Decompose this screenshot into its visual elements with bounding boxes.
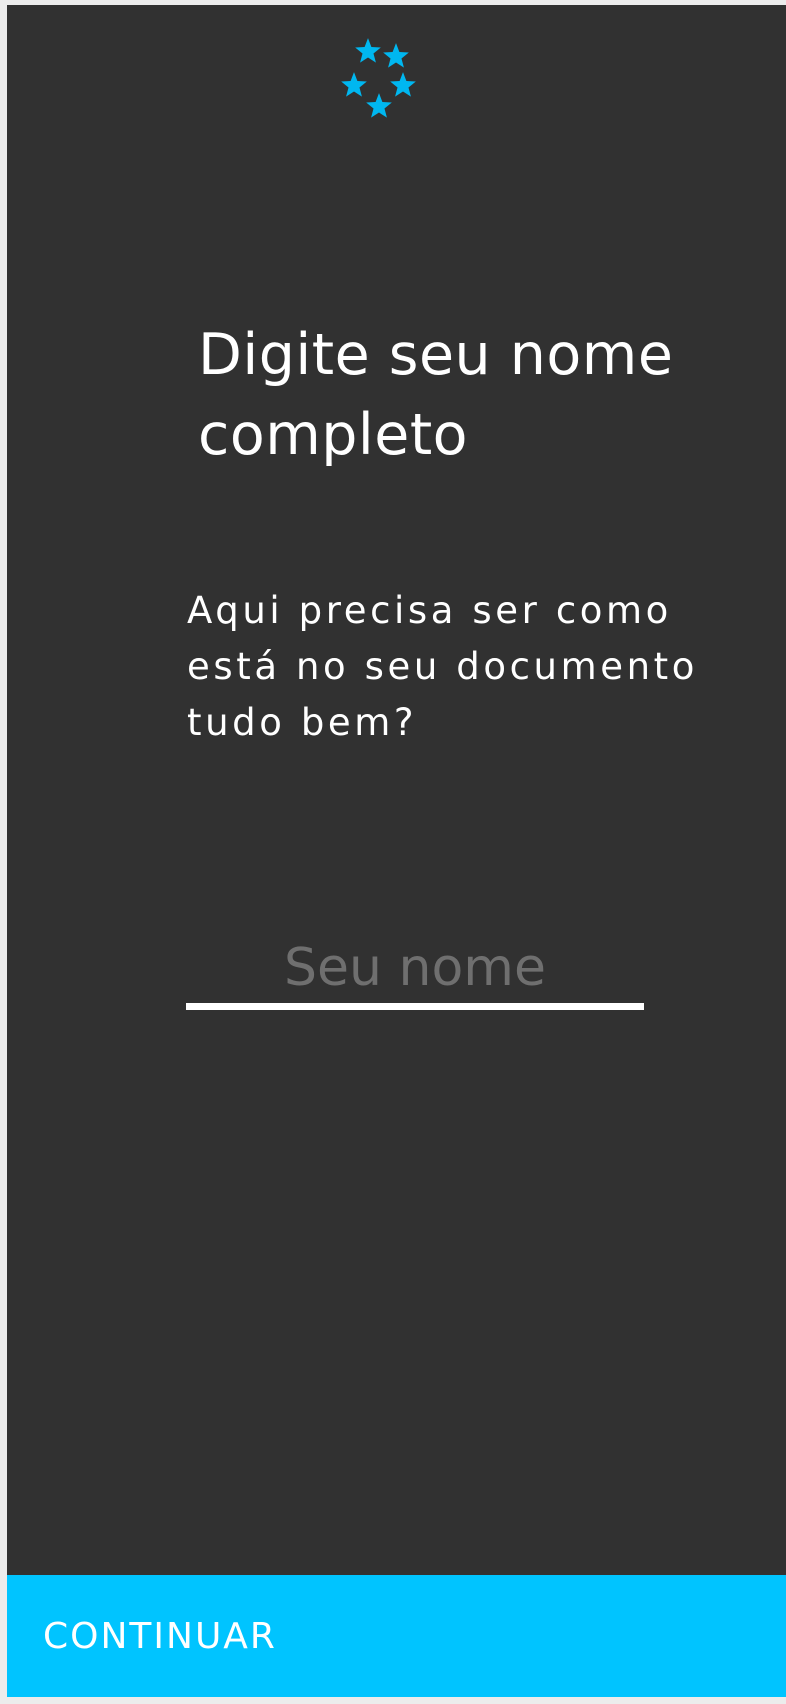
star-icon: [382, 42, 410, 70]
continue-button[interactable]: CONTINUAR: [7, 1575, 786, 1697]
star-icon: [340, 71, 368, 99]
page-title-line: completo: [198, 402, 469, 468]
name-input[interactable]: [186, 933, 644, 1010]
page-title-line: Digite seu nome: [198, 322, 674, 388]
star-icon: [389, 71, 417, 99]
page-subtitle-line: tudo bem?: [187, 701, 418, 744]
page-subtitle: Aqui precisa ser como está no seu documen…: [187, 583, 727, 751]
page-subtitle-line: está no seu documento: [187, 645, 699, 688]
page-subtitle-line: Aqui precisa ser como: [187, 589, 672, 632]
star-icon: [365, 92, 393, 120]
signup-screen: Digite seu nome completo Aqui precisa ser…: [7, 5, 786, 1697]
page-title: Digite seu nome completo: [198, 315, 758, 475]
star-icon: [354, 37, 382, 65]
app-logo: [332, 27, 428, 123]
